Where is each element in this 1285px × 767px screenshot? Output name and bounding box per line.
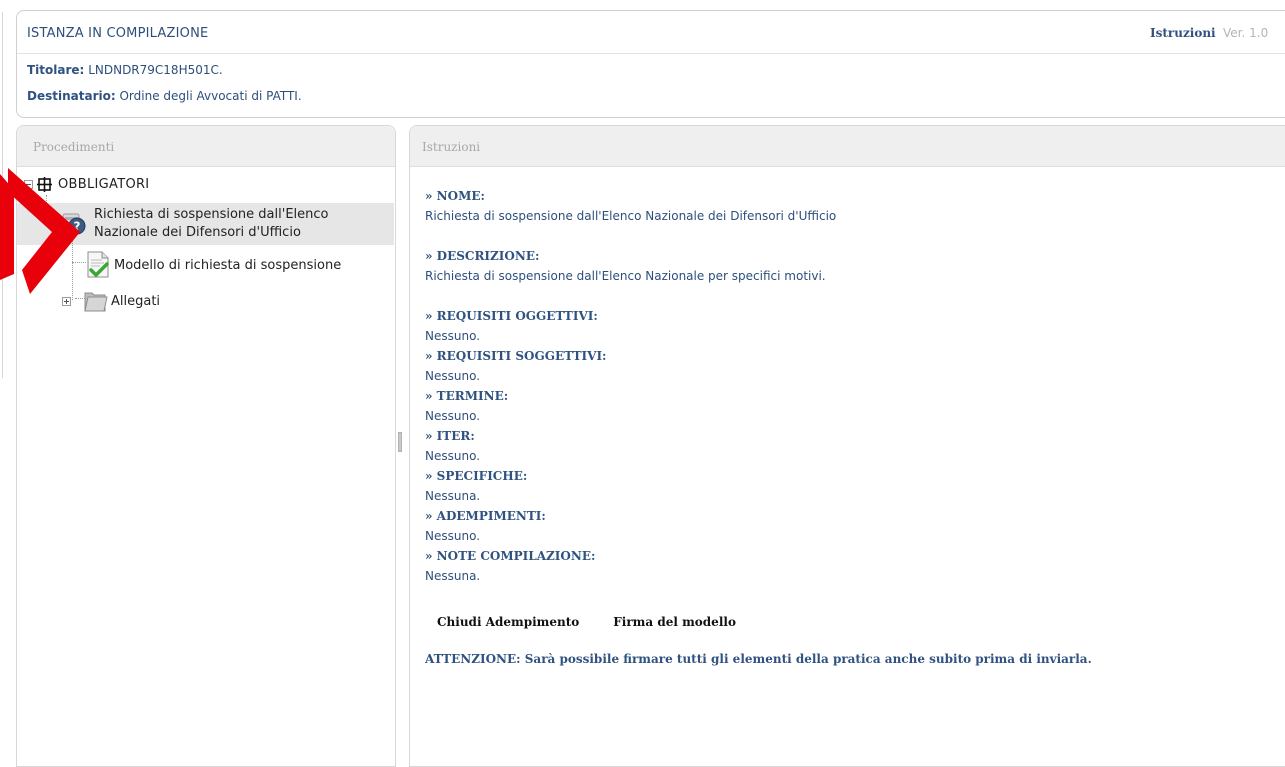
warning-message: ATTENZIONE: Sarà possibile firmare tutti… bbox=[425, 652, 1092, 666]
section-heading: » REQUISITI OGGETTIVI: bbox=[425, 309, 598, 323]
sign-model-button[interactable]: Firma del modello bbox=[613, 615, 736, 629]
tree-node-modello[interactable]: Modello di richiesta di sospensione bbox=[84, 250, 341, 280]
instance-header: ISTANZA IN COMPILAZIONE Istruzioni Ver. … bbox=[16, 10, 1285, 118]
section-value: Nessuna. bbox=[425, 489, 481, 503]
section-heading: » REQUISITI SOGGETTIVI: bbox=[425, 349, 607, 363]
section-value: Nessuno. bbox=[425, 409, 481, 423]
procedures-panel-title: Procedimenti bbox=[33, 140, 115, 154]
section-value: Nessuno. bbox=[425, 449, 481, 463]
section-heading: » TERMINE: bbox=[425, 389, 509, 403]
section-heading: » DESCRIZIONE: bbox=[425, 249, 540, 263]
section-heading: » NOTE COMPILAZIONE: bbox=[425, 549, 596, 563]
panel-splitter-handle[interactable] bbox=[398, 432, 402, 452]
section-value: Nessuno. bbox=[425, 369, 481, 383]
instructions-content: » NOME: Richiesta di sospensione dall'El… bbox=[425, 186, 1275, 586]
red-arrow bbox=[0, 162, 90, 306]
holder-label: Titolare: bbox=[27, 63, 85, 77]
holder-value: LNDNDR79C18H501C. bbox=[88, 63, 223, 77]
tree-node-sospensione-label: Richiesta di sospensione dall'Elenco Naz… bbox=[94, 207, 329, 240]
recipient-line: Destinatario: Ordine degli Avvocati di P… bbox=[27, 89, 302, 103]
instance-title: ISTANZA IN COMPILAZIONE bbox=[27, 26, 209, 41]
holder-line: Titolare: LNDNDR79C18H501C. bbox=[27, 63, 223, 77]
recipient-label: Destinatario: bbox=[27, 89, 116, 103]
section-value: Richiesta di sospensione dall'Elenco Naz… bbox=[425, 269, 826, 283]
section-value: Nessuna. bbox=[425, 569, 481, 583]
version-label: Ver. 1.0 bbox=[1223, 26, 1269, 40]
section-value: Nessuno. bbox=[425, 329, 481, 343]
procedures-panel-header: Procedimenti bbox=[17, 126, 395, 167]
section-heading: » ADEMPIMENTI: bbox=[425, 509, 546, 523]
recipient-value: Ordine degli Avvocati di PATTI. bbox=[119, 89, 302, 103]
tree-node-modello-label: Modello di richiesta di sospensione bbox=[114, 257, 342, 273]
section-heading: » SPECIFICHE: bbox=[425, 469, 528, 483]
instructions-panel-title: Istruzioni bbox=[422, 140, 481, 154]
header-top-bar: ISTANZA IN COMPILAZIONE Istruzioni Ver. … bbox=[17, 11, 1285, 54]
tree-node-sospensione[interactable]: ? Richiesta di sospensione dall'Elenco N… bbox=[62, 206, 374, 242]
instructions-link[interactable]: Istruzioni bbox=[1150, 26, 1216, 40]
instructions-panel-header: Istruzioni bbox=[410, 126, 1285, 167]
action-bar: Chiudi Adempimento Firma del modello bbox=[437, 615, 736, 629]
close-adempimento-button[interactable]: Chiudi Adempimento bbox=[437, 615, 579, 629]
section-value: Richiesta di sospensione dall'Elenco Naz… bbox=[425, 209, 837, 223]
section-value: Nessuno. bbox=[425, 529, 481, 543]
section-heading: » ITER: bbox=[425, 429, 475, 443]
tree-node-allegati-label: Allegati bbox=[111, 293, 161, 309]
section-heading: » NOME: bbox=[425, 189, 485, 203]
